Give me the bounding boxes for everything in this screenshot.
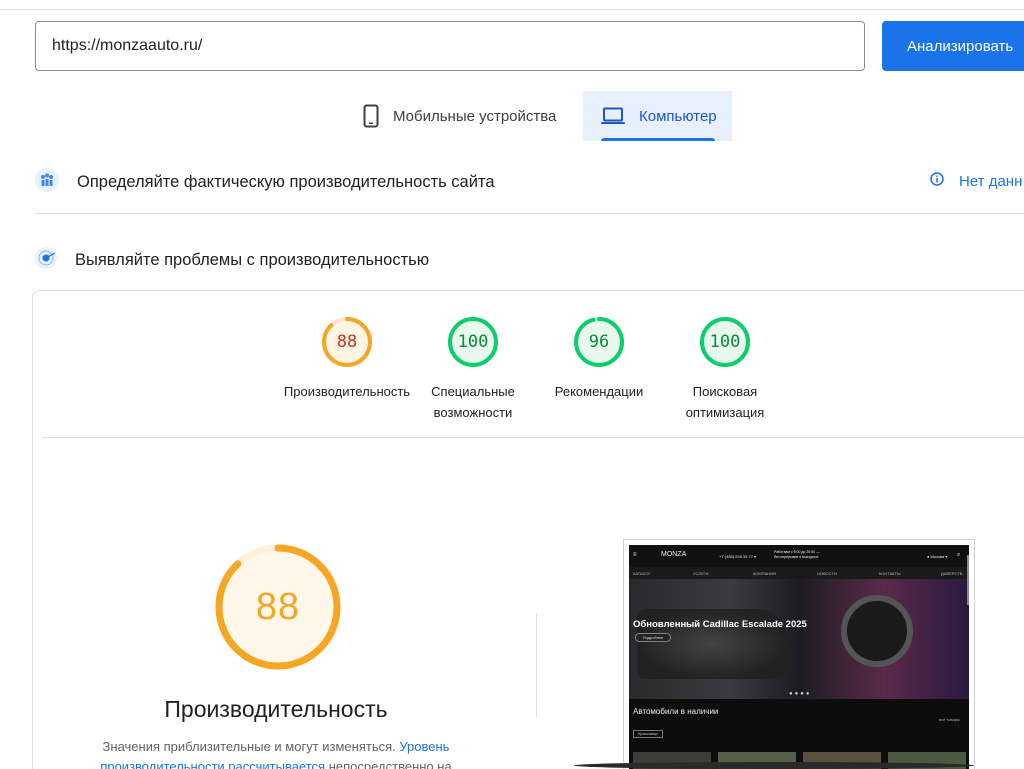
- thumb-phone: +7 (495) 226 33 77 ▾: [719, 554, 757, 559]
- tab-mobile[interactable]: Мобильные устройства: [355, 91, 583, 141]
- score-label: Рекомендации: [554, 384, 644, 399]
- score-seo[interactable]: 100 Поисковая оптимизация: [655, 315, 795, 423]
- score-value: 96: [588, 332, 610, 352]
- score-performance[interactable]: 88 Производительность: [277, 315, 417, 402]
- lab-data-title: Выявляйте проблемы с производительностью: [75, 251, 430, 269]
- section-divider: [35, 213, 1024, 214]
- tab-desktop[interactable]: Компьютер: [583, 91, 732, 141]
- search-icon: ⌕: [957, 552, 961, 558]
- score-value: 100: [457, 332, 489, 352]
- carousel-dots: ●●●●: [789, 691, 812, 697]
- field-data-header: Определяйте фактическую производительнос…: [35, 168, 495, 197]
- thumb-hero: Обновленный Cadillac Escalade 2025 Подро…: [629, 579, 969, 699]
- field-data-icon: [35, 168, 59, 197]
- thumb-scrollbar: [967, 555, 969, 605]
- no-data-label: Нет данн: [959, 172, 1023, 190]
- lab-report-card: 88 Производительность 100 Специальные во…: [32, 290, 1024, 769]
- thumb-city: ● Москва ▾: [927, 554, 948, 559]
- field-data-title: Определяйте фактическую производительнос…: [77, 173, 495, 191]
- tab-selected-indicator: [601, 138, 715, 141]
- top-divider: [0, 9, 1024, 10]
- thumb-header: ≡ MONZA +7 (495) 226 33 77 ▾ Работаем с …: [629, 545, 969, 567]
- score-label: Специальные возможности: [431, 384, 515, 420]
- thumb-section-title: Автомобили в наличии: [633, 707, 719, 716]
- lab-data-header: Выявляйте проблемы с производительностью: [35, 247, 429, 274]
- thumb-hero-title: Обновленный Cadillac Escalade 2025: [633, 619, 807, 630]
- score-best-practices[interactable]: 96 Рекомендации: [529, 315, 669, 402]
- thumb-hero-button: Подробнее: [635, 633, 671, 642]
- gauge-ring: 88: [320, 315, 374, 369]
- performance-score: 88: [255, 586, 301, 628]
- gauge-ring: 100: [698, 315, 752, 369]
- score-value: 100: [709, 332, 741, 352]
- tab-mobile-label: Мобильные устройства: [393, 107, 557, 125]
- score-accessibility[interactable]: 100 Специальные возможности: [403, 315, 543, 423]
- thumb-all-link: все товары: [939, 717, 960, 722]
- url-input[interactable]: [35, 21, 865, 71]
- screenshot-shadow: [574, 762, 974, 769]
- score-value: 88: [336, 332, 358, 352]
- tab-desktop-label: Компьютер: [639, 107, 717, 125]
- info-icon: [930, 172, 944, 190]
- vertical-separator: [536, 613, 537, 717]
- score-label: Производительность: [283, 384, 411, 399]
- thumb-hours2: без перерывов и выходных: [774, 555, 819, 559]
- thumb-nav: КАТАЛОГ УСЛУГИ КОМПАНИЯ НОВОСТИ КОНТАКТЫ…: [629, 567, 969, 579]
- laptop-icon: [601, 107, 625, 125]
- thumb-brand: MONZA: [661, 551, 687, 558]
- thumb-hours: Работаем с 9:00 до 20:00 —: [774, 550, 820, 554]
- score-label: Поисковая оптимизация: [685, 384, 765, 420]
- performance-description: Значения приблизительные и могут изменят…: [89, 737, 463, 769]
- performance-title: Производительность: [164, 696, 388, 722]
- thumb-chip: Кроссовер: [633, 730, 663, 738]
- gauge-ring: 100: [446, 315, 500, 369]
- analyze-button[interactable]: Анализировать: [882, 21, 1024, 71]
- smartphone-icon: [363, 104, 379, 128]
- no-data-link[interactable]: Нет данн: [930, 172, 1022, 190]
- menu-icon: ≡: [633, 552, 637, 558]
- performance-gauge: 88: [213, 542, 343, 672]
- steering-wheel-image: [841, 595, 913, 667]
- page-screenshot: ≡ MONZA +7 (495) 226 33 77 ▾ Работаем с …: [623, 539, 975, 769]
- lab-data-icon: [35, 247, 57, 274]
- gauge-ring: 96: [572, 315, 626, 369]
- card-divider: [42, 437, 1024, 438]
